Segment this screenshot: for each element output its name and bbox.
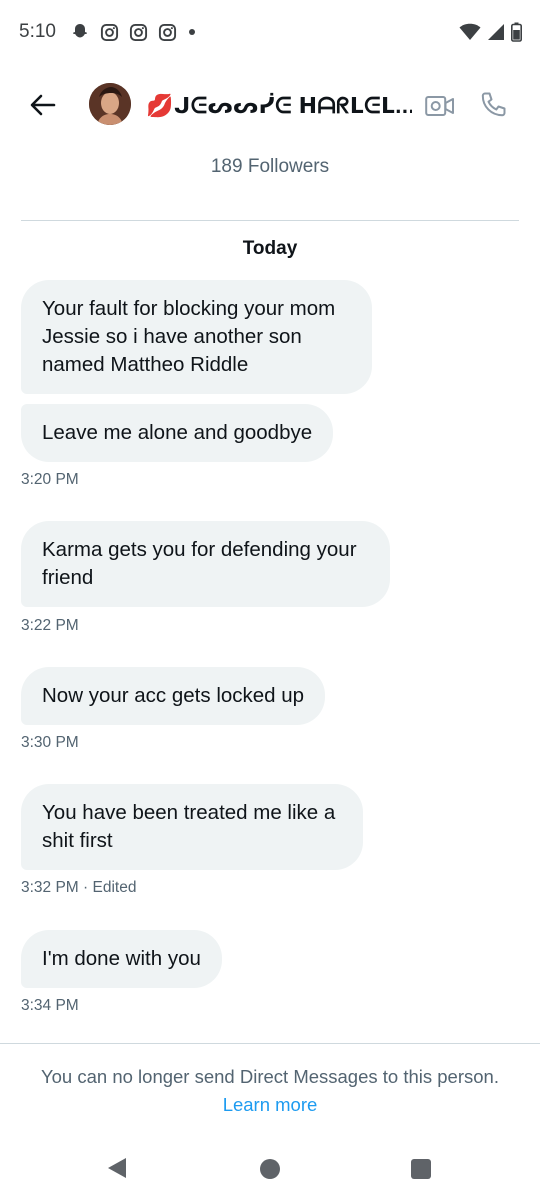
- learn-more-link[interactable]: Learn more: [0, 1094, 540, 1116]
- message-text: Your fault for blocking your mom Jessie …: [42, 297, 336, 376]
- message-bubble[interactable]: Now your acc gets locked up: [21, 667, 326, 725]
- wifi-icon: [459, 23, 481, 40]
- avatar[interactable]: [89, 83, 131, 125]
- message-bubble[interactable]: You have been treated me like a shit fir…: [21, 784, 363, 870]
- dot-icon: [189, 29, 195, 35]
- message-text: Now your acc gets locked up: [42, 684, 305, 707]
- dm-disabled-notice: You can no longer send Direct Messages t…: [41, 1066, 499, 1087]
- divider: [21, 220, 519, 221]
- instagram-icon: [129, 23, 148, 41]
- status-time: 5:10: [19, 21, 56, 42]
- navigation-bar: [0, 1140, 540, 1200]
- message-timestamp: 3:34 PM: [21, 997, 79, 1014]
- message-bubble[interactable]: Leave me alone and goodbye: [21, 404, 334, 462]
- message-bubble[interactable]: I'm done with you: [21, 930, 222, 988]
- divider: [0, 1043, 540, 1044]
- battery-icon: [511, 22, 522, 42]
- voice-call-button[interactable]: [478, 90, 508, 120]
- message-bubble[interactable]: Your fault for blocking your mom Jessie …: [21, 280, 372, 394]
- message-bubble[interactable]: Karma gets you for defending your friend: [21, 521, 390, 607]
- avatar-image: [89, 83, 131, 125]
- nav-recents-icon[interactable]: [411, 1159, 431, 1179]
- dm-screen: 5:10 💋ᒍᕮᔕᔕᓰᕮ ᕼᗩᖇᒪᕮᒪ... 189 Followers Tod…: [0, 0, 540, 1200]
- instagram-icon: [100, 23, 119, 41]
- followers-count: 189 Followers: [210, 156, 330, 177]
- back-arrow-icon: [30, 94, 56, 116]
- message-text: I'm done with you: [42, 947, 201, 970]
- phone-icon: [481, 92, 506, 117]
- contact-name-text: 💋ᒍᕮᔕᔕᓰᕮ ᕼᗩᖇᒪᕮᒪ...: [146, 93, 412, 118]
- message-timestamp: 3:30 PM: [21, 734, 79, 751]
- conversation-header: 💋ᒍᕮᔕᔕᓰᕮ ᕼᗩᖇᒪᕮᒪ...: [0, 72, 540, 138]
- message-timestamp: 3:32 PM · Edited: [21, 879, 137, 896]
- message-text: Karma gets you for defending your friend: [42, 538, 357, 589]
- message-text: You have been treated me like a shit fir…: [42, 801, 336, 852]
- notification-icons: [70, 22, 197, 42]
- system-icons: [459, 22, 522, 42]
- nav-home-icon[interactable]: [260, 1159, 280, 1179]
- instagram-icon: [158, 23, 177, 41]
- contact-name[interactable]: 💋ᒍᕮᔕᔕᓰᕮ ᕼᗩᖇᒪᕮᒪ...: [146, 90, 412, 122]
- video-camera-icon: [425, 96, 454, 116]
- back-button[interactable]: [24, 86, 62, 124]
- message-text: Leave me alone and goodbye: [42, 421, 313, 444]
- message-timestamp: 3:22 PM: [21, 617, 79, 634]
- message-timestamp: 3:20 PM: [21, 471, 79, 488]
- video-call-button[interactable]: [424, 91, 456, 121]
- signal-icon: [488, 24, 504, 40]
- snapchat-icon: [73, 24, 87, 38]
- nav-back-icon[interactable]: [106, 1156, 128, 1180]
- status-bar: 5:10: [0, 0, 540, 64]
- day-separator: Today: [242, 238, 298, 259]
